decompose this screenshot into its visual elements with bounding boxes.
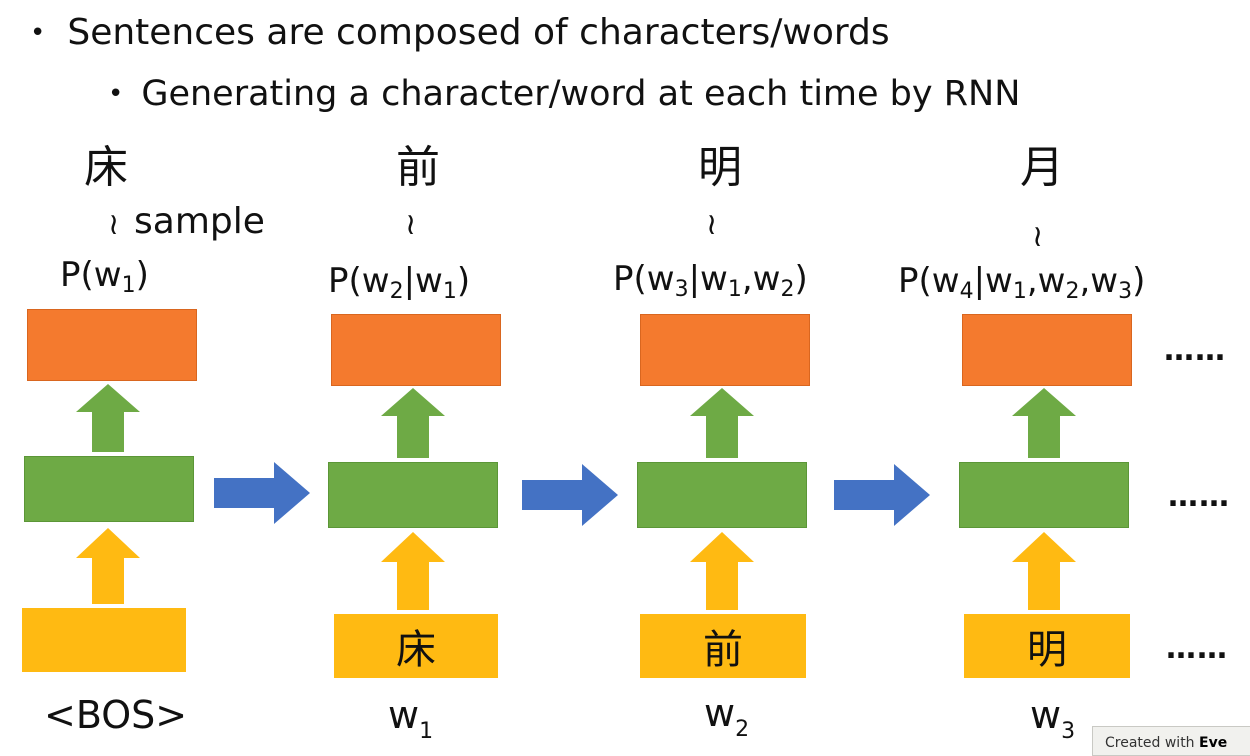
sample-tilde-2: ≀ <box>405 207 417 242</box>
output-char-3: 明 <box>698 142 742 193</box>
yellow-up-arrow-icon <box>381 532 445 610</box>
yellow-up-arrow-icon <box>76 528 140 604</box>
bullet-level2: • Generating a character/word at each ti… <box>108 74 1020 114</box>
output-char-2: 前 <box>396 142 440 193</box>
prob-label-2: P(w2|w1) <box>328 261 471 304</box>
hidden-layer-2 <box>328 462 498 528</box>
continuation-hidden-dots: …… <box>1168 479 1230 514</box>
prob-label-3: P(w3|w1,w2) <box>613 259 808 302</box>
output-layer-3 <box>640 314 810 386</box>
bullet-level1-text: Sentences are composed of characters/wor… <box>67 12 890 53</box>
output-layer-4 <box>962 314 1132 386</box>
input-layer-3: 前 <box>640 614 806 678</box>
yellow-up-arrow-icon <box>690 532 754 610</box>
sample-tilde-1: ≀ <box>108 207 120 242</box>
output-char-4: 月 <box>1020 142 1064 193</box>
prob-label-4: P(w4|w1,w2,w3) <box>898 261 1146 304</box>
recurrent-arrow-icon <box>834 464 930 526</box>
bullet-level2-text: Generating a character/word at each time… <box>141 74 1021 114</box>
input-label-w1: w1 <box>388 693 434 744</box>
sample-label: sample <box>134 201 265 242</box>
input-label-w2: w2 <box>704 691 750 742</box>
input-layer-2: 床 <box>334 614 498 678</box>
hidden-layer-1 <box>24 456 194 522</box>
output-layer-2 <box>331 314 501 386</box>
prob-label-1: P(w1) <box>60 255 149 298</box>
hidden-layer-3 <box>637 462 807 528</box>
watermark-badge: Created with Eve <box>1092 726 1250 756</box>
bullet-level1: • Sentences are composed of characters/w… <box>30 12 890 53</box>
recurrent-arrow-icon <box>214 462 310 524</box>
bullet-dot-icon: • <box>30 17 46 48</box>
output-layer-1 <box>27 309 197 381</box>
hidden-layer-4 <box>959 462 1129 528</box>
input-label-bos: <BOS> <box>44 693 188 737</box>
input-layer-4: 明 <box>964 614 1130 678</box>
input-layer-1 <box>22 608 186 672</box>
input-label-w3: w3 <box>1030 693 1076 744</box>
continuation-input-dots: …… <box>1166 631 1228 666</box>
sample-tilde-4: ≀ <box>1032 219 1044 254</box>
green-up-arrow-icon <box>76 384 140 452</box>
green-up-arrow-icon <box>1012 388 1076 458</box>
output-char-1: 床 <box>84 142 128 193</box>
green-up-arrow-icon <box>690 388 754 458</box>
yellow-up-arrow-icon <box>1012 532 1076 610</box>
sample-tilde-3: ≀ <box>706 207 718 242</box>
recurrent-arrow-icon <box>522 464 618 526</box>
green-up-arrow-icon <box>381 388 445 458</box>
continuation-output-dots: …… <box>1164 333 1226 368</box>
bullet-dot-icon: • <box>108 79 124 109</box>
